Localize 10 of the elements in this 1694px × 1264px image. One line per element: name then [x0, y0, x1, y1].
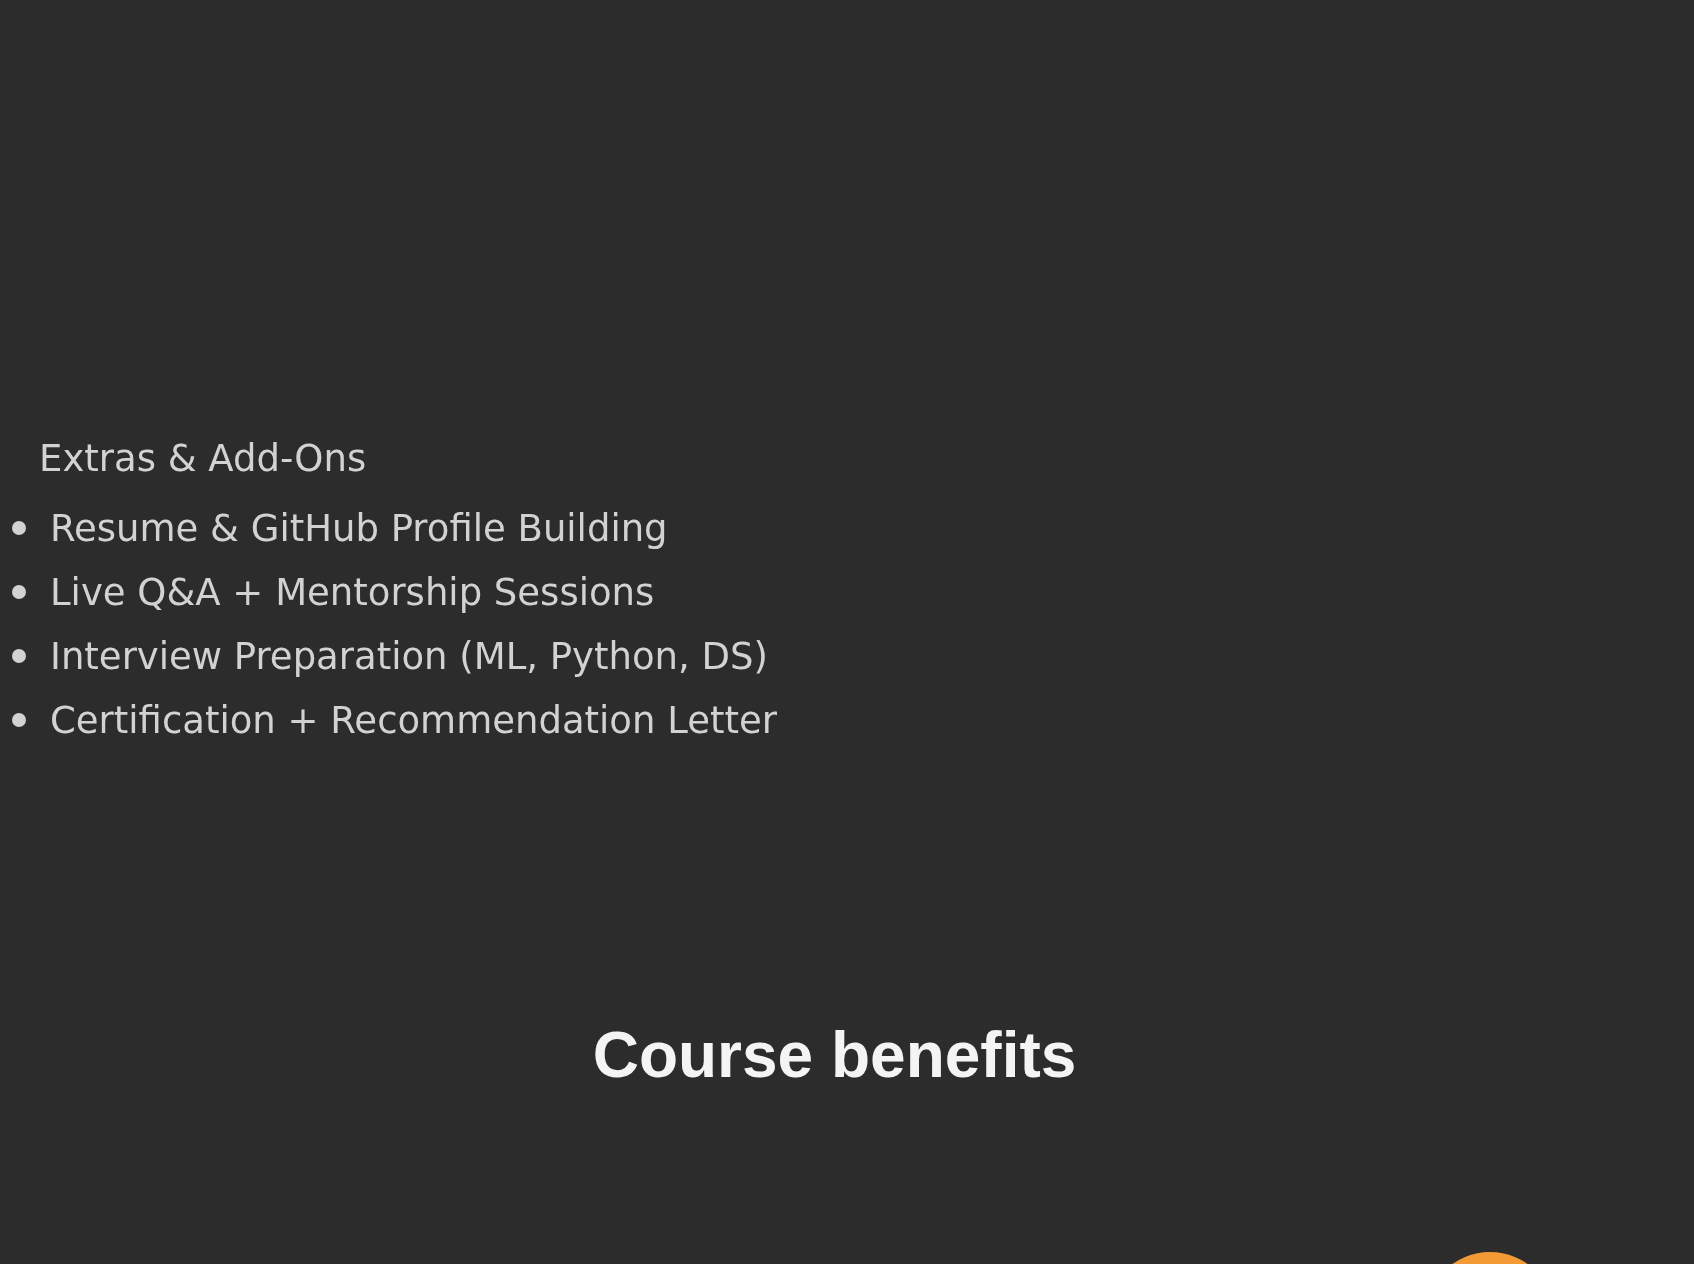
bullet-icon — [12, 649, 26, 663]
list-item: Certification + Recommendation Letter — [50, 698, 777, 742]
list-item: Interview Preparation (ML, Python, DS) — [50, 634, 768, 678]
list-item: Live Q&A + Mentorship Sessions — [50, 570, 655, 614]
list-item: Resume & GitHub Profile Building — [50, 506, 668, 550]
bullet-icon — [12, 521, 26, 535]
bullet-icon — [12, 585, 26, 599]
bullet-icon — [12, 713, 26, 727]
section-heading: Extras & Add-Ons — [38, 436, 368, 482]
section-title: Course benefits — [591, 1018, 1078, 1092]
